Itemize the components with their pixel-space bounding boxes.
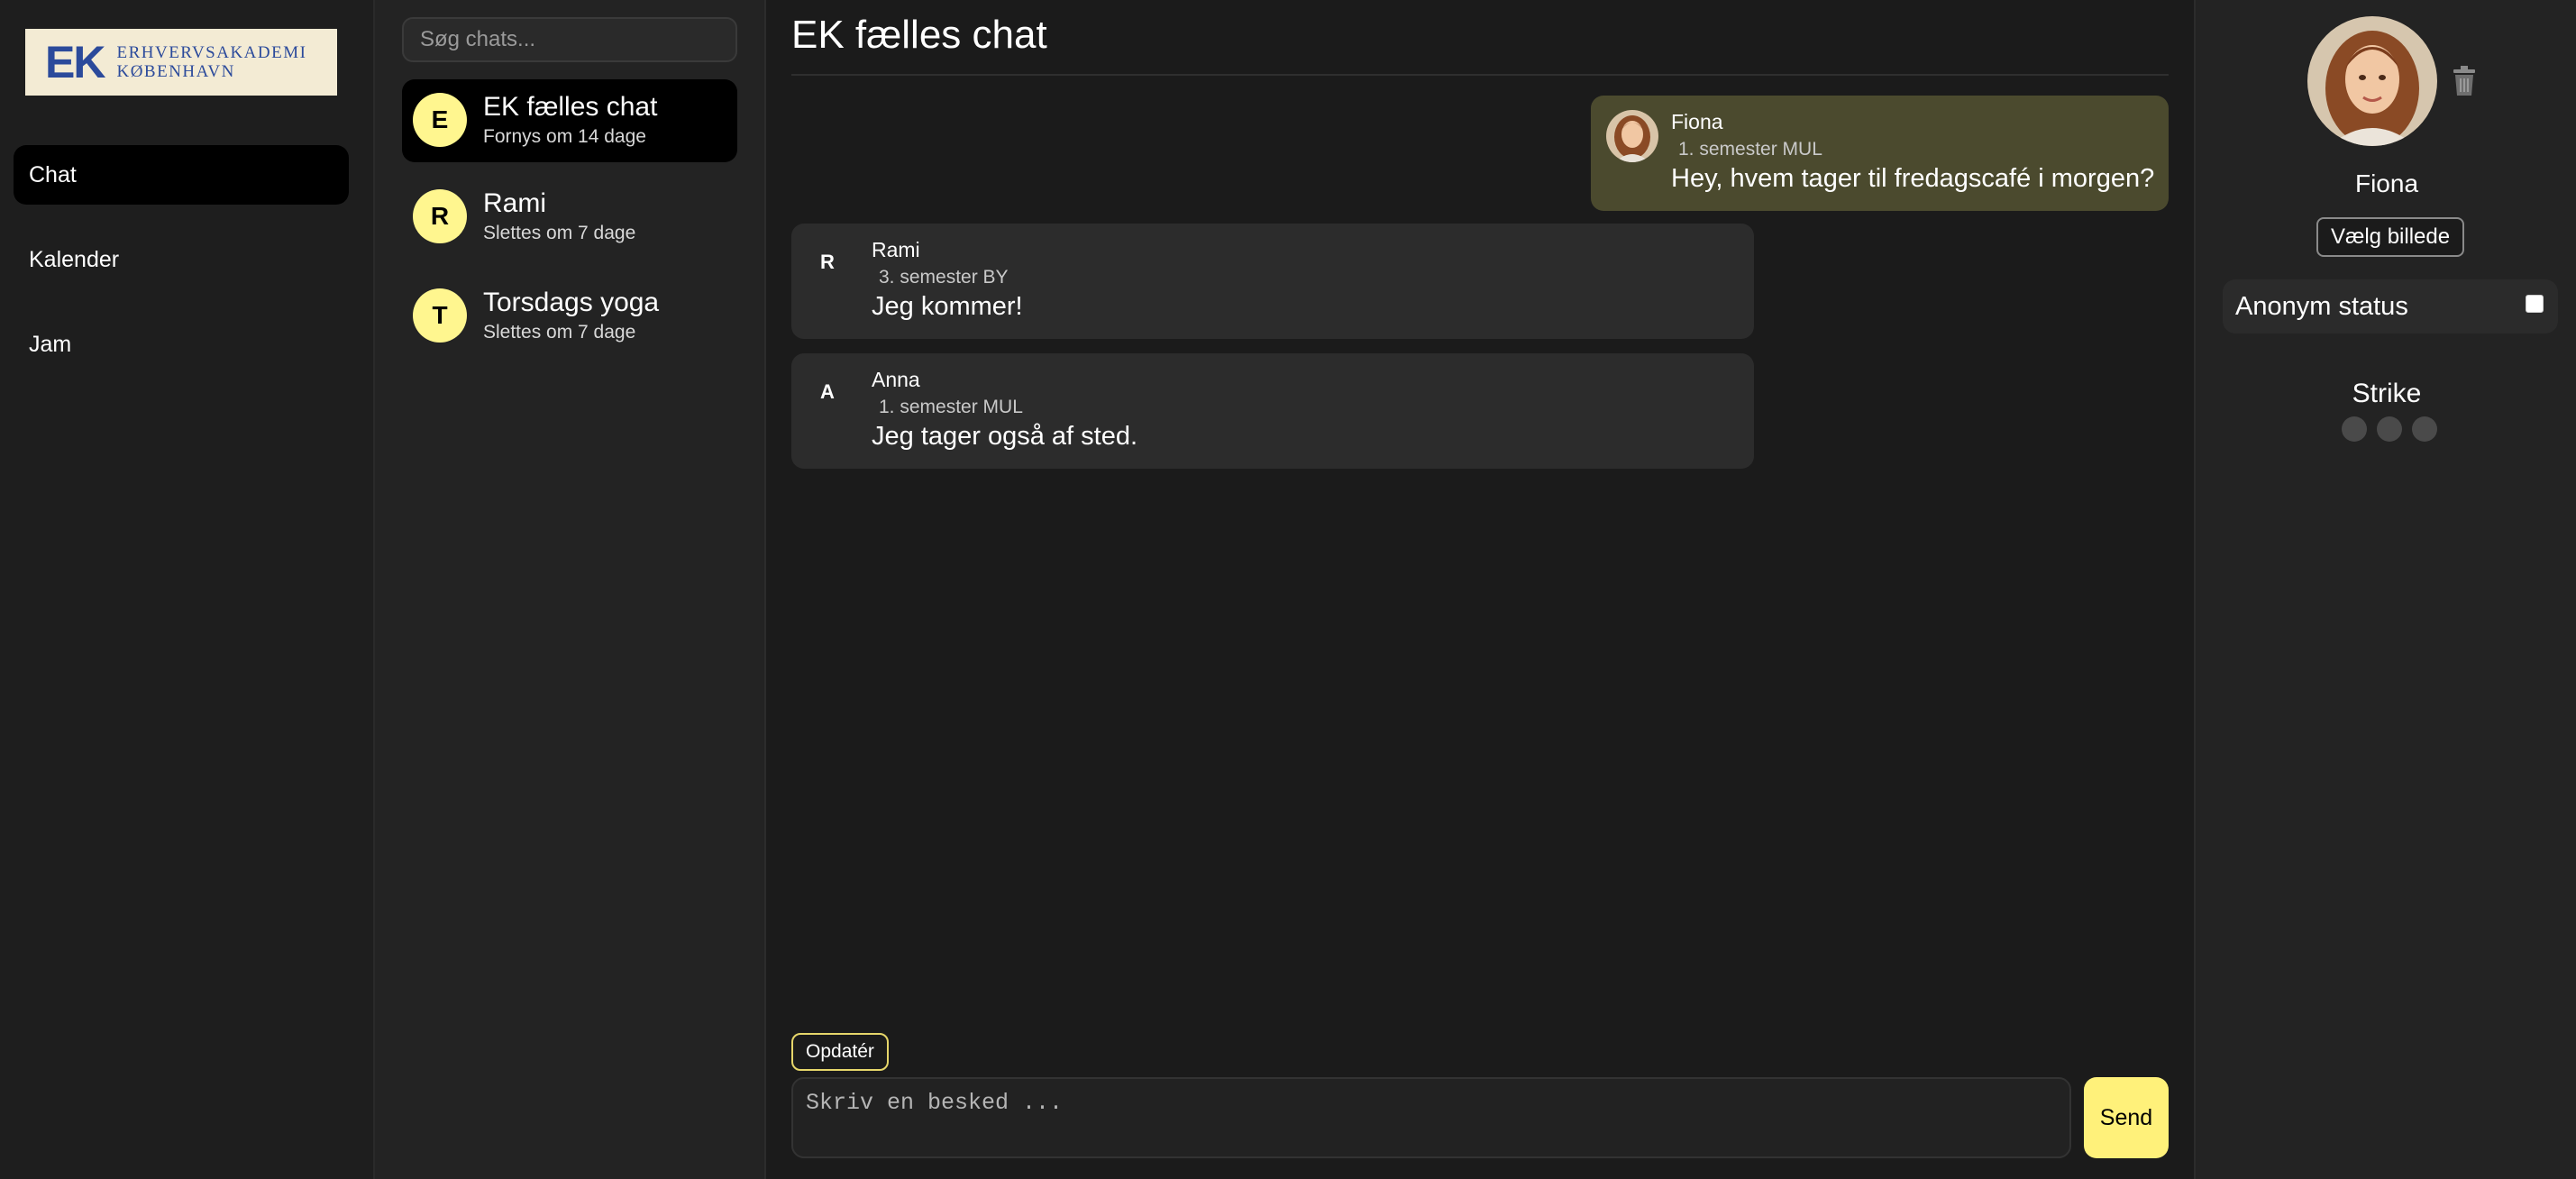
chat-name: Rami bbox=[483, 188, 547, 218]
profile-panel: Fiona Vælg billede Anonym status Strike bbox=[2194, 0, 2576, 1179]
chat-name: Torsdags yoga bbox=[483, 288, 660, 317]
message-role: 3. semester BY bbox=[879, 267, 1009, 288]
profile-portrait-icon bbox=[2307, 16, 2437, 146]
strike-indicator bbox=[2377, 416, 2402, 442]
anonymous-status-label: Anonym status bbox=[2235, 292, 2408, 321]
profile-name: Fiona bbox=[2354, 169, 2419, 197]
anonymous-status-checkbox[interactable] bbox=[2526, 295, 2544, 313]
strike-label: Strike bbox=[2352, 379, 2422, 408]
chat-avatar: T bbox=[413, 288, 467, 343]
chat-expiry: Slettes om 7 dage bbox=[483, 322, 636, 343]
message-input[interactable] bbox=[791, 1077, 2071, 1158]
nav-item-jam[interactable]: Jam bbox=[14, 315, 349, 374]
nav-item-chat[interactable]: Chat bbox=[14, 145, 349, 205]
logo-mark: EK bbox=[45, 37, 105, 87]
message-anna: A Anna 1. semester MUL Jeg tager også af… bbox=[791, 353, 1754, 469]
search-chats-input[interactable] bbox=[402, 17, 737, 62]
message-role: 1. semester MUL bbox=[1678, 139, 1822, 160]
message-role: 1. semester MUL bbox=[879, 397, 1023, 417]
chat-main: EK fælles chat Fiona 1. semester MUL Hey… bbox=[766, 0, 2194, 1179]
message-text: Jeg kommer! bbox=[872, 292, 1023, 321]
avatar bbox=[1606, 110, 1658, 162]
message-author: Anna bbox=[872, 368, 920, 391]
send-button[interactable]: Send bbox=[2084, 1077, 2169, 1158]
avatar-portrait-icon bbox=[1606, 110, 1658, 162]
chat-avatar: E bbox=[413, 93, 467, 147]
message-author: Fiona bbox=[1671, 110, 1723, 133]
chat-name: EK fælles chat bbox=[483, 92, 658, 122]
message-avatar-letter: R bbox=[820, 251, 835, 273]
title-divider bbox=[791, 74, 2169, 76]
logo-line-1: ERHVERVSAKADEMI bbox=[116, 43, 307, 62]
choose-image-button[interactable]: Vælg billede bbox=[2316, 217, 2465, 257]
strike-indicator bbox=[2412, 416, 2437, 442]
trash-icon[interactable] bbox=[2450, 65, 2479, 97]
nav-item-label: Jam bbox=[29, 331, 72, 357]
ek-logo: EK ERHVERVSAKADEMI KØBENHAVN bbox=[25, 29, 337, 96]
anonymous-status-row: Anonym status bbox=[2223, 279, 2558, 334]
message-rami: R Rami 3. semester BY Jeg kommer! bbox=[791, 224, 1754, 339]
nav-item-label: Chat bbox=[29, 161, 77, 187]
message-author: Rami bbox=[872, 238, 920, 261]
nav-item-label: Kalender bbox=[29, 246, 120, 272]
chat-item-torsdags-yoga[interactable]: T Torsdags yoga Slettes om 7 dage bbox=[402, 275, 737, 358]
chat-title: EK fælles chat bbox=[791, 13, 1047, 57]
strike-indicator bbox=[2342, 416, 2367, 442]
nav-item-kalender[interactable]: Kalender bbox=[14, 230, 349, 289]
logo-text: ERHVERVSAKADEMI KØBENHAVN bbox=[116, 43, 306, 81]
profile-avatar bbox=[2307, 16, 2437, 146]
chat-avatar: R bbox=[413, 189, 467, 243]
message-text: Hey, hvem tager til fredagscafé i morgen… bbox=[1671, 164, 2155, 193]
chat-item-ek-faelles-chat[interactable]: E EK fælles chat Fornys om 14 dage bbox=[402, 79, 737, 162]
chat-expiry: Fornys om 14 dage bbox=[483, 126, 646, 147]
message-avatar-letter: A bbox=[820, 380, 835, 403]
message-own: Fiona 1. semester MUL Hey, hvem tager ti… bbox=[1591, 96, 2169, 211]
chat-item-rami[interactable]: R Rami Slettes om 7 dage bbox=[402, 176, 737, 259]
main-navigation: EK ERHVERVSAKADEMI KØBENHAVN Chat Kalend… bbox=[0, 0, 375, 1179]
update-button[interactable]: Opdatér bbox=[791, 1033, 889, 1071]
chat-list-panel: E EK fælles chat Fornys om 14 dage R Ram… bbox=[375, 0, 766, 1179]
logo-line-2: KØBENHAVN bbox=[116, 62, 235, 81]
chat-expiry: Slettes om 7 dage bbox=[483, 223, 636, 243]
message-text: Jeg tager også af sted. bbox=[872, 422, 1138, 451]
